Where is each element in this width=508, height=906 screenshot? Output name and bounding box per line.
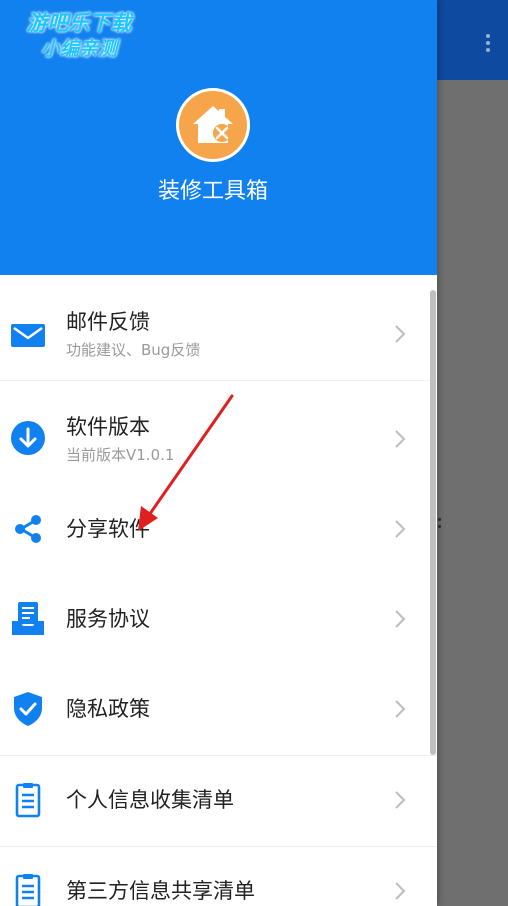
menu-item-privacy-policy[interactable]: 隐私政策	[0, 665, 437, 755]
menu-item-service-agreement[interactable]: 服务协议	[0, 575, 437, 665]
menu-item-title: 分享软件	[66, 517, 150, 541]
menu-item-title: 隐私政策	[66, 697, 150, 721]
chevron-right-icon	[393, 881, 407, 901]
menu-item-software-version[interactable]: 软件版本 当前版本V1.0.1	[0, 393, 437, 483]
screen: 游吧乐下载 小编亲测 装修工具箱 邮件反馈 功能建议、Bug反馈 软件版本 当前…	[0, 0, 508, 906]
document-tray-icon	[8, 599, 48, 639]
chevron-right-icon	[393, 609, 407, 629]
menu-item-title: 软件版本	[66, 415, 150, 439]
overflow-menu-icon[interactable]	[482, 30, 494, 56]
menu-item-subtitle: 当前版本V1.0.1	[66, 446, 175, 464]
clipboard-list-icon	[8, 780, 48, 820]
drawer-menu: 邮件反馈 功能建议、Bug反馈 软件版本 当前版本V1.0.1 分享软件 服务协…	[0, 275, 437, 906]
shield-check-icon	[8, 689, 48, 729]
menu-item-title: 邮件反馈	[66, 310, 150, 334]
clipboard-list-icon	[8, 871, 48, 906]
menu-item-share-software[interactable]: 分享软件	[0, 485, 437, 575]
menu-item-email-feedback[interactable]: 邮件反馈 功能建议、Bug反馈	[0, 290, 437, 380]
menu-item-title: 个人信息收集清单	[66, 788, 234, 812]
watermark-line-1: 游吧乐下载	[26, 11, 132, 35]
drawer-header: 游吧乐下载 小编亲测 装修工具箱	[0, 0, 437, 275]
drawer-scrollbar[interactable]	[430, 290, 436, 755]
menu-item-title: 服务协议	[66, 607, 150, 631]
chevron-right-icon	[393, 519, 407, 539]
menu-item-personal-info-list[interactable]: 个人信息收集清单	[0, 756, 437, 846]
menu-item-third-party-info-list[interactable]: 第三方信息共享清单	[0, 847, 437, 906]
chevron-right-icon	[393, 429, 407, 449]
menu-item-subtitle: 功能建议、Bug反馈	[66, 341, 201, 359]
menu-item-title: 第三方信息共享清单	[66, 879, 255, 903]
house-tools-icon	[176, 88, 250, 162]
watermark: 游吧乐下载 小编亲测	[14, 10, 144, 62]
watermark-line-2: 小编亲测	[40, 38, 117, 60]
background-handle-icon	[437, 516, 443, 536]
navigation-drawer: 游吧乐下载 小编亲测 装修工具箱 邮件反馈 功能建议、Bug反馈 软件版本 当前…	[0, 0, 437, 906]
download-circle-icon	[8, 418, 48, 458]
menu-divider	[0, 380, 437, 381]
app-name: 装修工具箱	[157, 179, 268, 204]
chevron-right-icon	[393, 790, 407, 810]
chevron-right-icon	[393, 324, 407, 344]
mail-icon	[8, 315, 48, 355]
share-icon	[8, 509, 48, 549]
chevron-right-icon	[393, 699, 407, 719]
